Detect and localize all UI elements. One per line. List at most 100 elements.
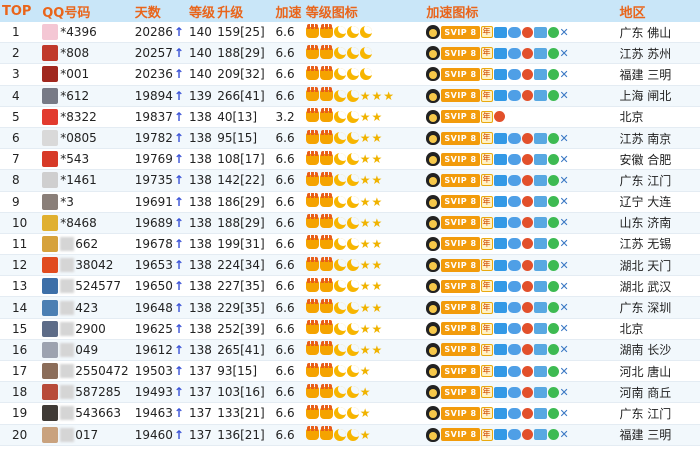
card-icon[interactable] — [533, 153, 547, 165]
avatar[interactable] — [42, 426, 59, 443]
annual-badge[interactable]: 年 — [480, 301, 493, 314]
annual-badge[interactable]: 年 — [480, 89, 493, 102]
card-icon[interactable] — [533, 280, 547, 292]
svip-badge[interactable]: SVIP 8 — [441, 237, 480, 251]
gamepad-icon[interactable] — [507, 407, 521, 419]
diamond-icon[interactable] — [493, 429, 507, 441]
card-icon[interactable] — [533, 217, 547, 229]
qq-number[interactable]: 049 — [75, 343, 98, 357]
svip-badge[interactable]: SVIP 8 — [441, 67, 480, 81]
qq-number[interactable]: 662 — [75, 237, 98, 251]
qq-number[interactable]: 423 — [75, 301, 98, 315]
gamepad-icon[interactable] — [507, 132, 521, 144]
gamepad-icon[interactable] — [507, 323, 521, 335]
diamond-icon[interactable] — [493, 68, 507, 80]
medal-icon[interactable] — [521, 259, 533, 271]
medal-icon[interactable] — [521, 90, 533, 102]
diamond-icon[interactable] — [493, 344, 507, 356]
svip-badge[interactable]: SVIP 8 — [441, 258, 480, 272]
tools-icon[interactable]: ✕ — [560, 69, 569, 80]
medal-icon[interactable] — [521, 47, 533, 59]
avatar[interactable] — [42, 299, 59, 316]
avatar[interactable] — [42, 45, 59, 62]
avatar[interactable] — [42, 66, 59, 83]
avatar[interactable] — [42, 130, 59, 147]
annual-badge[interactable]: 年 — [480, 153, 493, 166]
gamepad-icon[interactable] — [507, 90, 521, 102]
avatar[interactable] — [42, 405, 59, 422]
tools-icon[interactable]: ✕ — [560, 281, 569, 292]
diamond-icon[interactable] — [493, 365, 507, 377]
tools-icon[interactable]: ✕ — [560, 217, 569, 228]
diamond-icon[interactable] — [493, 174, 507, 186]
medal-icon[interactable] — [493, 111, 505, 123]
annual-badge[interactable]: 年 — [480, 259, 493, 272]
avatar[interactable] — [42, 151, 59, 168]
money-icon[interactable] — [547, 153, 559, 165]
money-icon[interactable] — [547, 238, 559, 250]
money-icon[interactable] — [547, 26, 559, 38]
qq-number[interactable]: *8468 — [60, 216, 97, 230]
svip-badge[interactable]: SVIP 8 — [441, 195, 480, 209]
gamepad-icon[interactable] — [507, 26, 521, 38]
gamepad-icon[interactable] — [507, 217, 521, 229]
card-icon[interactable] — [533, 323, 547, 335]
annual-badge[interactable]: 年 — [480, 365, 493, 378]
card-icon[interactable] — [533, 344, 547, 356]
money-icon[interactable] — [547, 68, 559, 80]
medal-icon[interactable] — [521, 344, 533, 356]
diamond-icon[interactable] — [493, 302, 507, 314]
annual-badge[interactable]: 年 — [480, 174, 493, 187]
card-icon[interactable] — [533, 174, 547, 186]
tools-icon[interactable]: ✕ — [560, 260, 569, 271]
avatar[interactable] — [42, 235, 59, 252]
svip-badge[interactable]: SVIP 8 — [441, 385, 480, 399]
annual-badge[interactable]: 年 — [480, 343, 493, 356]
gamepad-icon[interactable] — [507, 68, 521, 80]
svip-badge[interactable]: SVIP 8 — [441, 343, 480, 357]
avatar[interactable] — [42, 172, 59, 189]
annual-badge[interactable]: 年 — [480, 26, 493, 39]
diamond-icon[interactable] — [493, 132, 507, 144]
medal-icon[interactable] — [521, 217, 533, 229]
annual-badge[interactable]: 年 — [480, 322, 493, 335]
qq-number[interactable]: *808 — [60, 46, 89, 60]
medal-icon[interactable] — [521, 238, 533, 250]
annual-badge[interactable]: 年 — [480, 195, 493, 208]
annual-badge[interactable]: 年 — [480, 110, 493, 123]
svip-badge[interactable]: SVIP 8 — [441, 173, 480, 187]
gamepad-icon[interactable] — [507, 386, 521, 398]
tools-icon[interactable]: ✕ — [560, 48, 569, 59]
svip-badge[interactable]: SVIP 8 — [441, 216, 480, 230]
qq-number[interactable]: *001 — [60, 67, 89, 81]
diamond-icon[interactable] — [493, 153, 507, 165]
medal-icon[interactable] — [521, 386, 533, 398]
money-icon[interactable] — [547, 386, 559, 398]
avatar[interactable] — [42, 24, 59, 41]
qq-number[interactable]: 017 — [75, 428, 98, 442]
money-icon[interactable] — [547, 90, 559, 102]
avatar[interactable] — [42, 341, 59, 358]
avatar[interactable] — [42, 108, 59, 125]
money-icon[interactable] — [547, 302, 559, 314]
gamepad-icon[interactable] — [507, 47, 521, 59]
qq-number[interactable]: 543663 — [75, 406, 121, 420]
qq-number[interactable]: *543 — [60, 152, 89, 166]
diamond-icon[interactable] — [493, 238, 507, 250]
qq-number[interactable]: *1461 — [60, 173, 97, 187]
annual-badge[interactable]: 年 — [480, 428, 493, 441]
medal-icon[interactable] — [521, 280, 533, 292]
qq-number[interactable]: *3 — [60, 195, 74, 209]
tools-icon[interactable]: ✕ — [560, 27, 569, 38]
medal-icon[interactable] — [521, 196, 533, 208]
diamond-icon[interactable] — [493, 280, 507, 292]
card-icon[interactable] — [533, 386, 547, 398]
medal-icon[interactable] — [521, 365, 533, 377]
gamepad-icon[interactable] — [507, 280, 521, 292]
svip-badge[interactable]: SVIP 8 — [441, 322, 480, 336]
card-icon[interactable] — [533, 259, 547, 271]
svip-badge[interactable]: SVIP 8 — [441, 279, 480, 293]
card-icon[interactable] — [533, 196, 547, 208]
tools-icon[interactable]: ✕ — [560, 366, 569, 377]
medal-icon[interactable] — [521, 323, 533, 335]
